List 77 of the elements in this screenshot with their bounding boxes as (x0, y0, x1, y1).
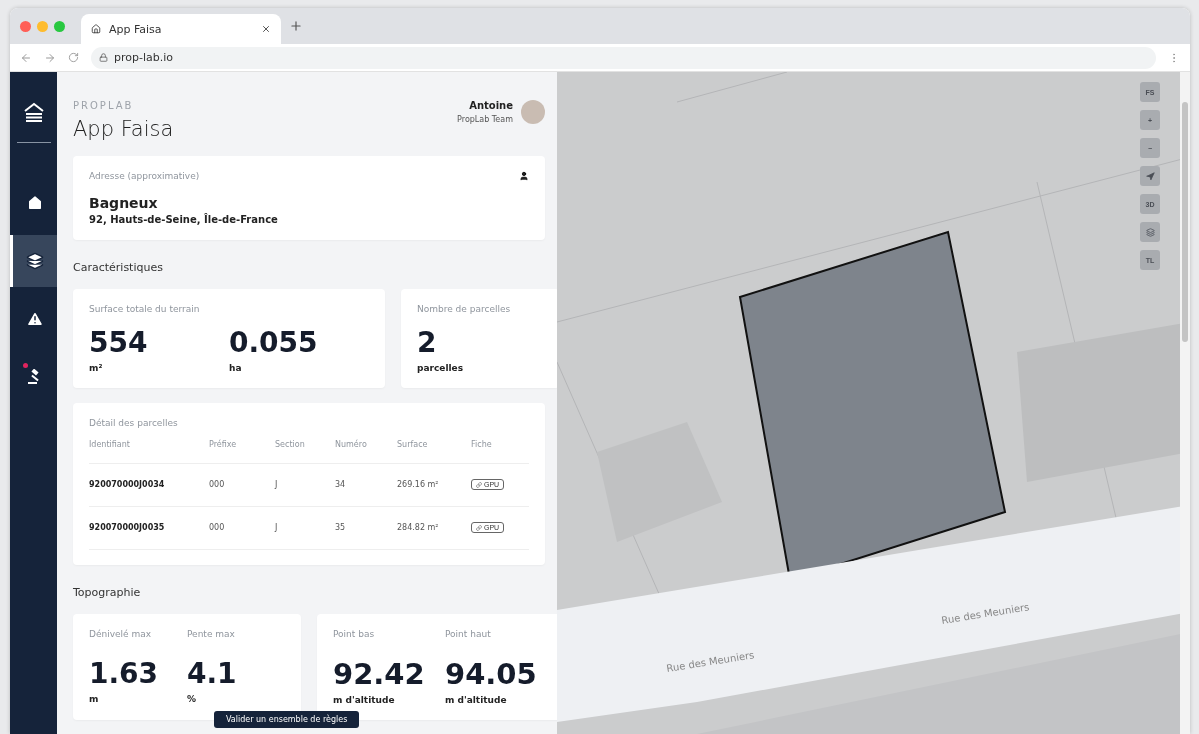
stat-value: 1.63 (89, 658, 160, 690)
brand-label: PROPLAB (73, 100, 135, 111)
stat-value: 0.055 (229, 328, 319, 359)
person-icon (519, 171, 529, 181)
stat-value: 2 (417, 328, 438, 359)
forward-icon[interactable] (44, 51, 56, 64)
address-label: Adresse (approximative) (89, 171, 200, 181)
stat-unit: m² (89, 362, 104, 373)
card-label: Nombre de parcelles (417, 304, 512, 314)
card-label: Détail des parcelles (89, 417, 179, 428)
column-header: Préfixe (209, 439, 275, 464)
stat-unit: m d'altitude (445, 694, 508, 705)
table-cell: 920070000J0035 (89, 506, 209, 550)
section-title: Topographie (73, 585, 142, 599)
region-text: 92, Hauts-de-Seine, Île-de-France (89, 214, 279, 225)
city-name: Bagneux (89, 195, 159, 211)
sidebar-item[interactable] (10, 235, 57, 287)
browser-tab[interactable]: App Faisa (81, 14, 281, 44)
card-label: Point bas (333, 628, 376, 639)
card-label: Dénivelé max (89, 628, 153, 639)
tab-title: App Faisa (109, 22, 163, 36)
column-header: Section (275, 439, 335, 464)
lock-icon (99, 53, 108, 62)
column-header: Identifiant (89, 439, 209, 464)
layers-icon (26, 252, 44, 270)
card-label: Pente max (187, 628, 236, 639)
table-cell: 269.16 m² (397, 463, 471, 507)
street-label: Rue des Meuniers (665, 649, 755, 674)
column-header: Surface (397, 439, 471, 464)
close-window-dot[interactable] (20, 20, 31, 32)
url-text: prop-lab.io (114, 51, 173, 64)
home-icon (26, 194, 44, 212)
street-label: Rue des Meuniers (940, 601, 1030, 626)
table-cell: 35 (335, 506, 397, 550)
stat-value: 92.42 (333, 658, 426, 691)
column-header: Fiche (471, 439, 529, 464)
layers-button[interactable] (1140, 222, 1160, 242)
new-tab-icon[interactable] (289, 19, 303, 33)
section-title: Caractéristiques (73, 261, 164, 274)
close-icon[interactable] (261, 24, 271, 34)
maximize-window-dot[interactable] (54, 20, 65, 32)
compass-button[interactable] (1140, 166, 1160, 186)
avatar[interactable] (521, 100, 545, 124)
stat-value: 94.05 (445, 658, 538, 691)
logo-icon (22, 102, 45, 122)
tooltip: Valider un ensemble de règles (214, 711, 360, 728)
table-cell: 34 (335, 463, 397, 507)
table-cell: 920070000J0034 (89, 463, 209, 507)
warning-icon (26, 310, 44, 328)
scrollbar[interactable] (1180, 72, 1190, 734)
user-name: Antoine (468, 100, 513, 111)
minimize-window-dot[interactable] (37, 20, 48, 32)
compass-icon (1145, 171, 1155, 181)
stat-unit: m d'altitude (333, 694, 396, 705)
stat-unit: m (89, 693, 100, 704)
reload-icon[interactable] (68, 52, 79, 63)
home-icon (91, 24, 101, 34)
back-icon[interactable] (20, 51, 32, 64)
address-field[interactable]: prop-lab.io (91, 46, 1156, 69)
column-header: Numéro (335, 439, 397, 464)
stat-unit: ha (229, 362, 243, 373)
link-icon (476, 481, 482, 488)
user-team: PropLab Team (457, 115, 513, 124)
stat-value: 554 (89, 328, 149, 359)
layers-icon (1145, 227, 1155, 237)
card-label: Surface totale du terrain (89, 304, 201, 314)
table-cell: 284.82 m² (397, 506, 471, 550)
stat-value: 4.1 (187, 658, 238, 690)
table-cell: 000 (209, 506, 275, 550)
stat-unit: parcelles (417, 362, 465, 373)
table-cell: 000 (209, 463, 275, 507)
page-title: App Faisa (73, 117, 174, 141)
card-label: Point haut (445, 628, 492, 639)
link-icon (476, 524, 482, 531)
table-cell: J (275, 463, 335, 507)
stat-unit: % (187, 693, 198, 704)
table-cell: J (275, 506, 335, 550)
